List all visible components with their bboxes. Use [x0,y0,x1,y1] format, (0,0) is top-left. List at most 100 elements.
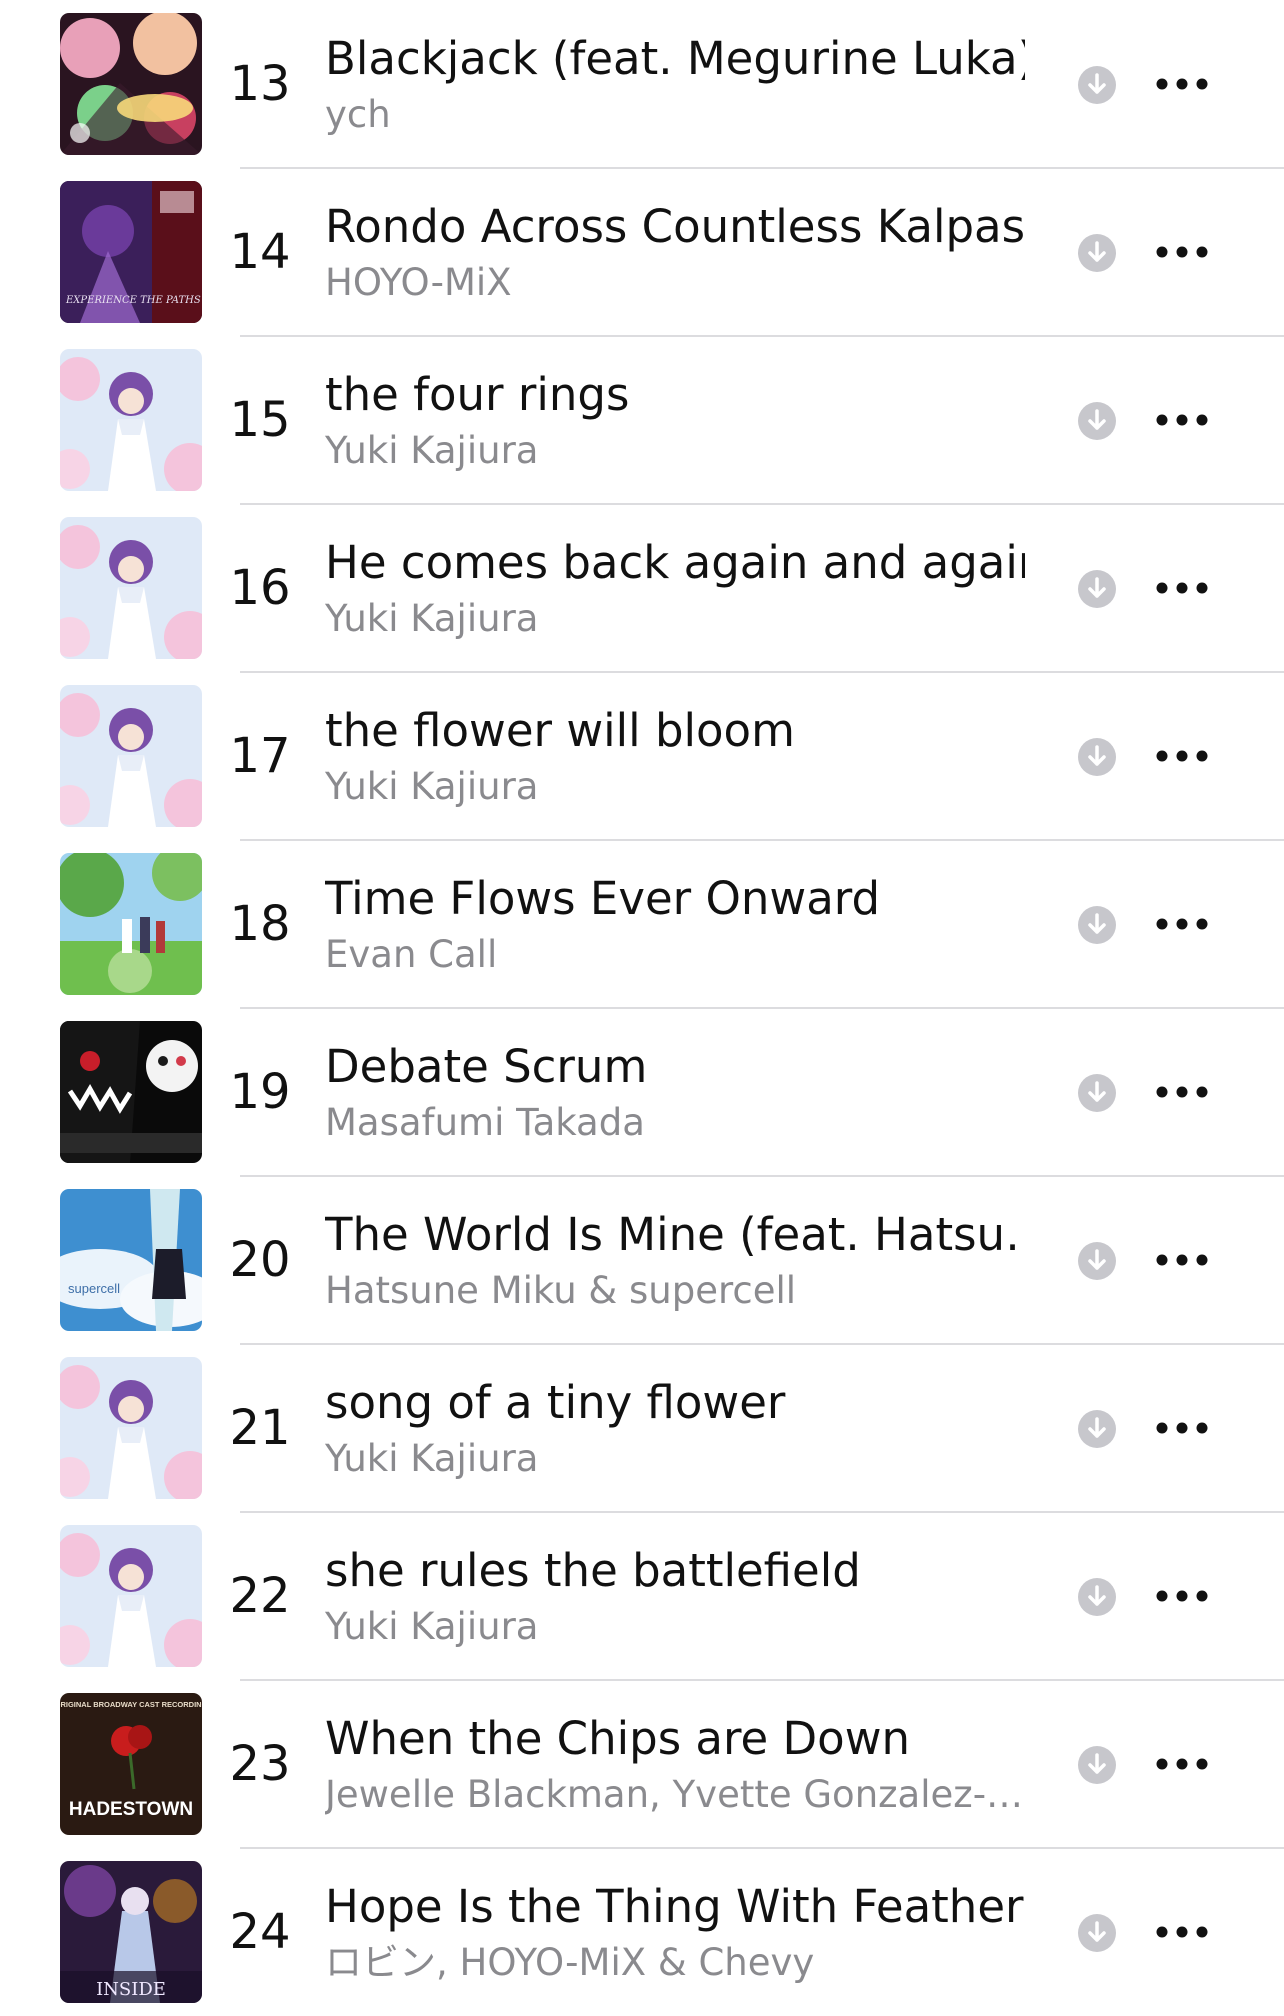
track-number: 19 [229,1064,291,1120]
ellipsis-icon[interactable] [1152,902,1212,946]
sakura-girl-art [60,349,202,491]
track-row[interactable]: supercell 20 The World Is Mine (feat. Ha… [0,1176,1284,1344]
artwork-text: HADESTOWN [69,1799,193,1820]
meadow-art [60,853,202,995]
download-circle-icon[interactable] [1078,1914,1116,1952]
track-title: song of a tiny flower [325,1376,786,1429]
track-row[interactable]: ORIGINAL BROADWAY CAST RECORDING HADESTO… [0,1680,1284,1848]
sakura-girl-art [60,517,202,659]
track-number: 15 [229,392,291,448]
ellipsis-icon[interactable] [1152,734,1212,778]
album-artwork: supercell [60,1189,202,1331]
download-circle-icon[interactable] [1078,1242,1116,1280]
download-circle-icon[interactable] [1078,66,1116,104]
track-title: The World Is Mine (feat. Hatsu… [325,1208,1025,1261]
artwork-text: INSIDE [96,1979,166,2000]
download-circle-icon[interactable] [1078,402,1116,440]
album-artwork [60,685,202,827]
inside-art: INSIDE [60,1861,202,2003]
track-row[interactable]: 13 Blackjack (feat. Megurine Luka) ych [0,0,1284,168]
track-title: When the Chips are Down [325,1712,911,1765]
download-circle-icon[interactable] [1078,570,1116,608]
experience-the-paths-art: EXPERIENCE THE PATHS [60,181,202,323]
track-row[interactable]: 22 she rules the battlefield Yuki Kajiur… [0,1512,1284,1680]
track-row[interactable]: 16 He comes back again and again Yuki Ka… [0,504,1284,672]
download-circle-icon[interactable] [1078,1746,1116,1784]
track-artist: ロビン, HOYO-MiX & Chevy [325,1941,815,1984]
album-artwork: ORIGINAL BROADWAY CAST RECORDING HADESTO… [60,1693,202,1835]
ellipsis-icon[interactable] [1152,1574,1212,1618]
bear-art [60,1021,202,1163]
ellipsis-icon[interactable] [1152,1406,1212,1450]
ellipsis-icon[interactable] [1152,566,1212,610]
track-title: Rondo Across Countless Kalpas [325,200,1025,253]
album-artwork [60,13,202,155]
ellipsis-icon[interactable] [1152,1742,1212,1786]
track-row[interactable]: INSIDE 24 Hope Is the Thing With Feather… [0,1848,1284,2016]
track-artist: Yuki Kajiura [325,1437,539,1480]
track-artist: HOYO-MiX [325,261,512,304]
album-artwork [60,517,202,659]
track-title: Time Flows Ever Onward [325,872,881,925]
download-circle-icon[interactable] [1078,1578,1116,1616]
track-row[interactable]: 18 Time Flows Ever Onward Evan Call [0,840,1284,1008]
track-title: Debate Scrum [325,1040,648,1093]
track-artist: Masafumi Takada [325,1101,645,1144]
track-number: 24 [229,1904,291,1960]
track-row[interactable]: 15 the four rings Yuki Kajiura [0,336,1284,504]
track-number: 17 [229,728,291,784]
track-title: the four rings [325,368,630,421]
sakura-girl-art [60,685,202,827]
casino-art [60,13,202,155]
track-number: 22 [229,1568,291,1624]
track-row[interactable]: EXPERIENCE THE PATHS 14 Rondo Across Cou… [0,168,1284,336]
sakura-girl-art [60,1357,202,1499]
ellipsis-icon[interactable] [1152,1910,1212,1954]
track-artist: ych [325,93,391,136]
download-circle-icon[interactable] [1078,738,1116,776]
track-artist: Jewelle Blackman, Yvette Gonzalez-… [325,1773,1024,1816]
hadestown-art: ORIGINAL BROADWAY CAST RECORDING HADESTO… [60,1693,202,1835]
track-row[interactable]: 19 Debate Scrum Masafumi Takada [0,1008,1284,1176]
track-row[interactable]: 17 the flower will bloom Yuki Kajiura [0,672,1284,840]
track-title: He comes back again and again [325,536,1025,589]
ellipsis-icon[interactable] [1152,1070,1212,1114]
album-artwork [60,349,202,491]
track-title: the flower will bloom [325,704,795,757]
album-artwork: EXPERIENCE THE PATHS [60,181,202,323]
track-number: 18 [229,896,291,952]
track-artist: Yuki Kajiura [325,765,539,808]
track-number: 14 [229,224,291,280]
supercell-art: supercell [60,1189,202,1331]
sakura-girl-art [60,1525,202,1667]
album-artwork: INSIDE [60,1861,202,2003]
track-artist: Evan Call [325,933,498,976]
ellipsis-icon[interactable] [1152,62,1212,106]
download-circle-icon[interactable] [1078,234,1116,272]
download-circle-icon[interactable] [1078,1074,1116,1112]
track-artist: Hatsune Miku & supercell [325,1269,797,1312]
track-artist: Yuki Kajiura [325,597,539,640]
track-number: 21 [229,1400,291,1456]
download-circle-icon[interactable] [1078,1410,1116,1448]
album-artwork [60,1525,202,1667]
track-number: 20 [229,1232,291,1288]
track-list: 13 Blackjack (feat. Megurine Luka) ych E… [0,0,1284,2013]
track-title: Hope Is the Thing With Feathers [325,1880,1025,1933]
ellipsis-icon[interactable] [1152,398,1212,442]
track-number: 23 [229,1736,291,1792]
track-artist: Yuki Kajiura [325,1605,539,1648]
ellipsis-icon[interactable] [1152,230,1212,274]
track-number: 16 [229,560,291,616]
track-artist: Yuki Kajiura [325,429,539,472]
album-artwork [60,1021,202,1163]
track-number: 13 [229,56,291,112]
track-row[interactable]: 21 song of a tiny flower Yuki Kajiura [0,1344,1284,1512]
artwork-text: EXPERIENCE THE PATHS [65,295,201,306]
download-circle-icon[interactable] [1078,906,1116,944]
artwork-subtext: ORIGINAL BROADWAY CAST RECORDING [60,1700,202,1709]
track-title: she rules the battlefield [325,1544,861,1597]
album-artwork [60,853,202,995]
ellipsis-icon[interactable] [1152,1238,1212,1282]
artwork-text: supercell [68,1281,120,1296]
